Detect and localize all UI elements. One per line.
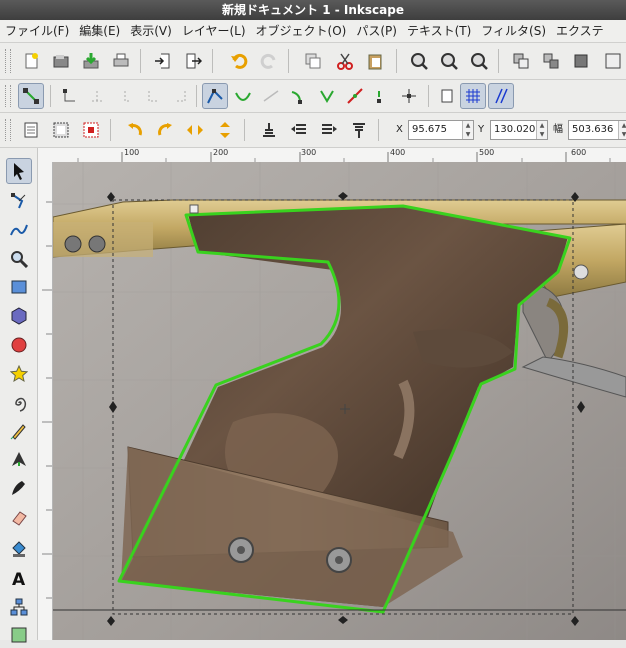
node-break-icon[interactable] — [112, 83, 138, 109]
toolbar-grip[interactable] — [5, 49, 11, 73]
preferences-icon[interactable] — [600, 48, 626, 74]
menu-path[interactable]: パス(P) — [351, 20, 402, 42]
import-icon[interactable] — [150, 48, 176, 74]
export-icon[interactable] — [180, 48, 206, 74]
y-spin-arrows-icon[interactable]: ▲ ▼ — [536, 121, 547, 139]
commands-toolbar — [0, 43, 626, 80]
toolbar-grip[interactable] — [5, 119, 11, 141]
cut-icon[interactable] — [332, 48, 358, 74]
drawing-canvas[interactable] — [53, 162, 626, 640]
undo-icon[interactable] — [226, 48, 252, 74]
save-document-icon[interactable] — [78, 48, 104, 74]
menu-bar: ファイル(F) 編集(E) 表示(V) レイヤー(L) オブジェクト(O) パス(P) テキ… — [0, 20, 626, 43]
tweak-tool-icon[interactable] — [6, 216, 32, 242]
vertical-ruler[interactable] — [38, 162, 53, 640]
menu-edit[interactable]: 編集(E) — [74, 20, 125, 42]
rotate-ccw-icon[interactable] — [122, 117, 148, 143]
select-all-layers-icon[interactable] — [48, 117, 74, 143]
node-join-segment-icon[interactable] — [140, 83, 166, 109]
calligraphy-tool-icon[interactable] — [6, 475, 32, 501]
new-document-icon[interactable] — [18, 48, 44, 74]
zoom-selection-icon[interactable] — [406, 48, 432, 74]
node-insert-icon[interactable] — [18, 83, 44, 109]
node-cusp-icon[interactable] — [202, 83, 228, 109]
node-tool-icon[interactable] — [6, 188, 32, 214]
eraser-tool-icon[interactable] — [6, 505, 32, 531]
ungroup-icon[interactable] — [538, 48, 564, 74]
menu-object[interactable]: オブジェクト(O) — [251, 20, 352, 42]
3d-box-tool-icon[interactable] — [6, 303, 32, 329]
node-tool-toolbar — [0, 80, 626, 113]
node-delete-segment-icon[interactable] — [168, 83, 194, 109]
selector-toolbar: X 95.675 ▲ ▼ Y 130.020 ▲ ▼ 幅 503.636 ▲ ▼ — [0, 113, 626, 148]
star-tool-icon[interactable] — [6, 361, 32, 387]
select-all-icon[interactable] — [18, 117, 44, 143]
node-auto-smooth-icon[interactable] — [286, 83, 312, 109]
menu-view[interactable]: 表示(V) — [125, 20, 177, 42]
menu-layer[interactable]: レイヤー(L) — [177, 20, 251, 42]
segment-line-icon[interactable] — [314, 83, 340, 109]
stroke-to-path-icon[interactable] — [396, 83, 422, 109]
raise-to-top-icon[interactable] — [256, 117, 282, 143]
rectangle-tool-icon[interactable] — [6, 274, 32, 300]
width-field[interactable]: 503.636 ▲ ▼ — [568, 120, 626, 140]
show-handles-icon[interactable] — [434, 83, 460, 109]
flip-horizontal-icon[interactable] — [182, 117, 208, 143]
lower-icon[interactable] — [316, 117, 342, 143]
menu-extensions[interactable]: エクステ — [551, 20, 609, 42]
open-document-icon[interactable] — [48, 48, 74, 74]
connector-tool-icon[interactable] — [6, 594, 32, 620]
zoom-tool-icon[interactable] — [6, 246, 32, 272]
group-icon[interactable] — [508, 48, 534, 74]
object-properties-icon[interactable] — [568, 48, 594, 74]
zoom-drawing-icon[interactable] — [436, 48, 462, 74]
show-path-outline-icon[interactable] — [488, 83, 514, 109]
redo-icon[interactable] — [256, 48, 282, 74]
raise-icon[interactable] — [286, 117, 312, 143]
menu-file[interactable]: ファイル(F) — [0, 20, 74, 42]
menu-text[interactable]: テキスト(T) — [402, 20, 476, 42]
x-field[interactable]: 95.675 ▲ ▼ — [408, 120, 474, 140]
segment-curve-icon[interactable] — [342, 83, 368, 109]
ellipse-tool-icon[interactable] — [6, 332, 32, 358]
x-label: X — [396, 124, 403, 135]
text-tool-icon[interactable]: A — [6, 565, 32, 591]
pen-tool-icon[interactable] — [6, 446, 32, 472]
object-to-path-icon[interactable] — [370, 83, 396, 109]
selector-tool-icon[interactable] — [6, 158, 32, 184]
node-join-icon[interactable] — [84, 83, 110, 109]
spiral-tool-icon[interactable] — [6, 390, 32, 416]
x-spin-arrows-icon[interactable]: ▲ ▼ — [462, 121, 473, 139]
width-value: 503.636 — [572, 124, 614, 135]
deselect-icon[interactable] — [78, 117, 104, 143]
rotate-cw-icon[interactable] — [152, 117, 178, 143]
width-label: 幅 — [553, 124, 563, 135]
pencil-tool-icon[interactable] — [6, 418, 32, 444]
zoom-page-icon[interactable] — [466, 48, 492, 74]
node-smooth-icon[interactable] — [230, 83, 256, 109]
print-icon[interactable] — [108, 48, 134, 74]
lower-to-bottom-icon[interactable] — [346, 117, 372, 143]
toolbox: A — [0, 148, 38, 643]
toolbar-grip[interactable] — [5, 85, 11, 107]
paste-icon[interactable] — [362, 48, 388, 74]
window-title: 新規ドキュメント 1 - Inkscape — [0, 0, 626, 20]
flip-vertical-icon[interactable] — [212, 117, 238, 143]
x-value: 95.675 — [412, 124, 447, 135]
horizontal-ruler[interactable]: 100 200 300 400 500 600 — [38, 148, 626, 163]
svg-text:A: A — [12, 570, 26, 587]
paint-bucket-tool-icon[interactable] — [6, 535, 32, 561]
duplicate-icon[interactable] — [300, 48, 326, 74]
node-delete-icon[interactable] — [56, 83, 82, 109]
menu-filters[interactable]: フィルタ(S) — [476, 20, 551, 42]
width-spin-arrows-icon[interactable]: ▲ ▼ — [618, 121, 626, 139]
y-field[interactable]: 130.020 ▲ ▼ — [490, 120, 548, 140]
y-value: 130.020 — [494, 124, 536, 135]
y-label: Y — [478, 124, 485, 135]
gradient-tool-icon[interactable] — [6, 622, 32, 648]
show-grid-icon[interactable] — [460, 83, 486, 109]
node-symmetric-icon[interactable] — [258, 83, 284, 109]
photo-layer — [53, 162, 626, 640]
